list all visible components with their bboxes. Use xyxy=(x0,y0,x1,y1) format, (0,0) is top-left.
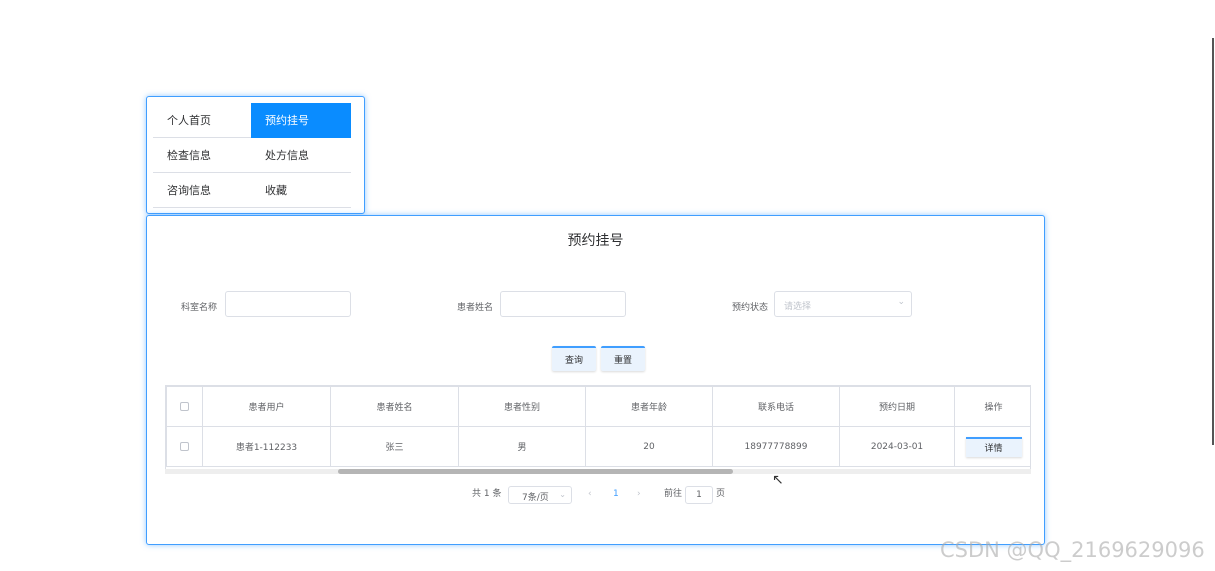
detail-button[interactable]: 详情 xyxy=(965,436,1022,457)
table-horizontal-scrollbar[interactable] xyxy=(165,469,1031,474)
chevron-down-icon: ⌄ xyxy=(559,490,566,499)
mouse-cursor-icon: ↖ xyxy=(772,472,784,488)
table-header-row: 患者用户 患者姓名 患者性别 患者年龄 联系电话 预约日期 操作 xyxy=(166,386,1030,427)
column-header: 患者用户 xyxy=(202,386,331,427)
status-label: 预约状态 xyxy=(732,303,769,313)
chevron-down-icon: ⌄ xyxy=(897,297,905,307)
column-header: 患者姓名 xyxy=(330,386,459,427)
menu-item-exam-info[interactable]: 检查信息 xyxy=(153,138,251,173)
menu-item-label: 处方信息 xyxy=(265,149,309,162)
menu-item-label: 收藏 xyxy=(265,184,287,197)
page-size-select[interactable]: 7条/页 ⌄ xyxy=(508,486,572,504)
total-count: 共 1 条 xyxy=(472,489,502,499)
menu-item-favorites[interactable]: 收藏 xyxy=(251,173,351,208)
appointment-table: 患者用户 患者姓名 患者性别 患者年龄 联系电话 预约日期 操作 患者1-112… xyxy=(165,385,1031,472)
center-menu-card: 个人首页 预约挂号 检查信息 处方信息 咨询信息 收藏 xyxy=(146,96,365,214)
menu-item-label: 个人首页 xyxy=(167,114,211,127)
menu-grid: 个人首页 预约挂号 检查信息 处方信息 咨询信息 收藏 xyxy=(153,103,351,208)
row-select-cell[interactable] xyxy=(166,426,203,467)
page-title: 预约挂号 xyxy=(567,233,624,249)
column-header: 预约日期 xyxy=(839,386,955,427)
menu-item-consult-info[interactable]: 咨询信息 xyxy=(153,173,251,208)
column-header: 联系电话 xyxy=(712,386,840,427)
window-scrollbar[interactable] xyxy=(1212,38,1214,445)
menu-item-label: 预约挂号 xyxy=(265,114,309,127)
menu-item-label: 检查信息 xyxy=(167,149,211,162)
menu-item-home[interactable]: 个人首页 xyxy=(153,103,251,138)
cell-date: 2024-03-01 xyxy=(839,426,955,467)
watermark: CSDN @QQ_2169629096 xyxy=(940,538,1205,562)
query-button[interactable]: 查询 xyxy=(552,346,596,371)
menu-item-appointment[interactable]: 预约挂号 xyxy=(251,103,351,138)
select-all-cell[interactable] xyxy=(166,386,203,427)
page-unit-label: 页 xyxy=(716,489,726,499)
goto-label: 前往 xyxy=(664,489,683,499)
dept-name-input[interactable] xyxy=(225,291,351,317)
column-header: 患者性别 xyxy=(458,386,586,427)
appointment-panel: 预约挂号 科室名称 患者姓名 预约状态 请选择 ⌄ 查询 重置 患者用户 患者姓… xyxy=(146,215,1045,545)
cell-user: 患者1-112233 xyxy=(202,426,331,467)
page-size-value: 7条/页 xyxy=(522,493,549,503)
dept-name-label: 科室名称 xyxy=(181,303,218,313)
prev-page-icon[interactable]: ‹ xyxy=(588,489,592,499)
reset-button[interactable]: 重置 xyxy=(601,346,645,371)
patient-name-label: 患者姓名 xyxy=(457,303,494,313)
page-number-current[interactable]: 1 xyxy=(613,489,619,499)
menu-item-prescription-info[interactable]: 处方信息 xyxy=(251,138,351,173)
scrollbar-thumb[interactable] xyxy=(338,469,733,474)
column-header: 患者年龄 xyxy=(585,386,713,427)
menu-item-label: 咨询信息 xyxy=(167,184,211,197)
status-select-placeholder: 请选择 xyxy=(784,302,812,312)
cell-name: 张三 xyxy=(330,426,459,467)
goto-page-input[interactable]: 1 xyxy=(685,486,713,504)
next-page-icon[interactable]: › xyxy=(637,489,641,499)
row-checkbox[interactable] xyxy=(180,441,189,451)
column-header: 操作 xyxy=(954,386,1030,427)
cell-age: 20 xyxy=(585,426,713,467)
cell-gender: 男 xyxy=(458,426,586,467)
status-select[interactable]: 请选择 ⌄ xyxy=(774,291,912,317)
cell-phone: 18977778899 xyxy=(712,426,840,467)
select-all-checkbox[interactable] xyxy=(180,401,189,411)
patient-name-input[interactable] xyxy=(500,291,626,317)
table-row: 患者1-112233 张三 男 20 18977778899 2024-03-0… xyxy=(166,426,1030,467)
cell-action: 详情 xyxy=(954,426,1030,467)
